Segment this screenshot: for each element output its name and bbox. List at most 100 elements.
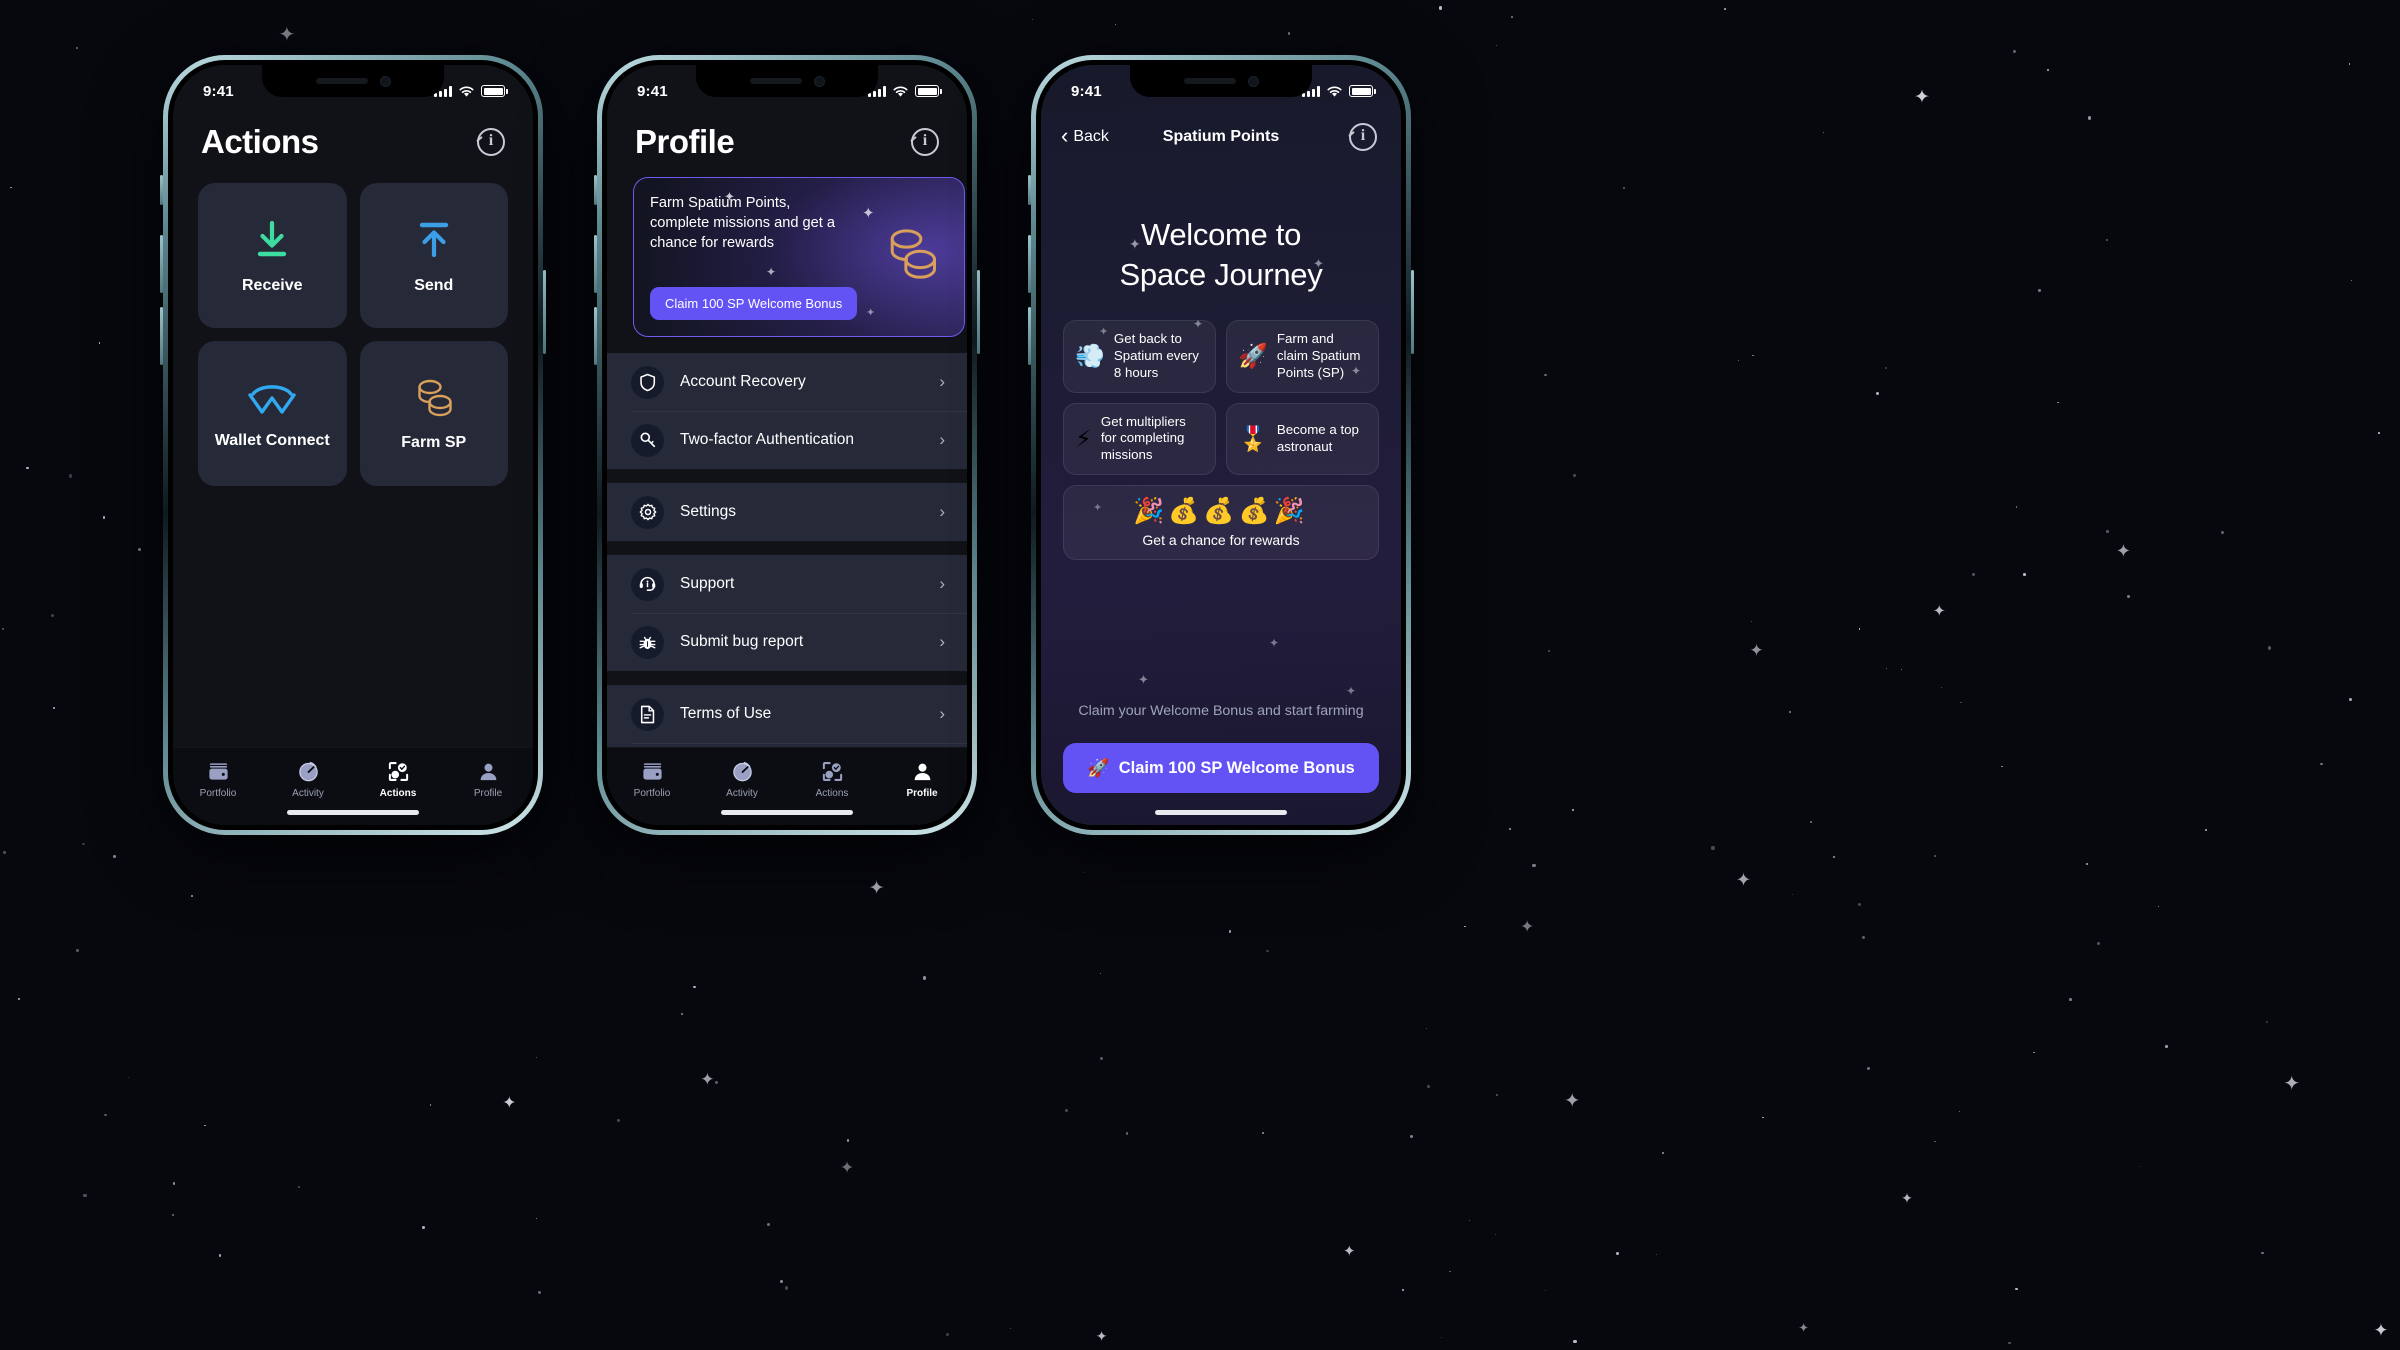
menu-item-label: Two-factor Authentication (680, 431, 855, 448)
star-dot (1495, 45, 1497, 47)
star-dot (1791, 893, 1794, 896)
menu-item-two-factor-auth[interactable]: Two-factor Authentication › (607, 411, 967, 469)
star-dot (1532, 863, 1536, 868)
earpiece-speaker (315, 78, 368, 84)
star-dot (1971, 573, 1975, 576)
star-dot (1724, 8, 1726, 11)
action-card-receive[interactable]: Receive (198, 183, 347, 328)
star-dot (784, 1286, 789, 1290)
star-dot (2127, 594, 2131, 598)
tab-activity[interactable]: Activity (697, 760, 787, 799)
star-dot (2047, 69, 2050, 72)
sparkle-icon: ✦ (700, 1070, 715, 1090)
tab-label: Portfolio (199, 788, 237, 799)
star-dot (2038, 289, 2041, 292)
star-dot (1934, 855, 1937, 857)
medal-icon: 🎖️ (1238, 424, 1268, 453)
tab-label: Actions (379, 788, 417, 799)
actions-icon (822, 762, 842, 781)
promo-banner[interactable]: Farm Spatium Points, complete missions a… (633, 177, 965, 337)
speedometer-icon (732, 761, 752, 782)
power-button (1411, 270, 1414, 354)
star-dot (76, 47, 78, 50)
sparkle-icon: ✦ (278, 24, 296, 47)
star-dot (298, 1186, 300, 1188)
action-card-send[interactable]: Send (359, 183, 508, 328)
sparkle-icon: ✦ (1798, 1320, 1809, 1335)
star-dot (1958, 1110, 1961, 1112)
star-dot (714, 1081, 718, 1085)
phone-actions: 9:41 Actions i Receive Send Wallet Conne… (160, 55, 546, 835)
menu-item-support[interactable]: Support › (607, 555, 967, 613)
star-dot (946, 1333, 949, 1336)
info-circle-icon[interactable]: i (1349, 123, 1377, 151)
list-divider (607, 469, 967, 483)
volume-down-button (160, 307, 163, 365)
action-card-farm-sp[interactable]: Farm SP (359, 341, 508, 486)
gear-icon (631, 495, 664, 529)
person-icon (480, 763, 496, 781)
star-dot (2106, 530, 2109, 533)
wifi-icon (1327, 85, 1342, 97)
star-dot (1861, 935, 1865, 939)
welcome-line-1: Welcome to (1140, 217, 1302, 252)
menu-item-label: Terms of Use (680, 705, 772, 722)
feature-card-grid: 💨 Get back to Spatium every 8 hours 🚀 Fa… (1041, 294, 1401, 475)
menu-item-label: Support (680, 575, 735, 592)
star-dot (112, 854, 116, 858)
menu-item-account-recovery[interactable]: Account Recovery › (607, 353, 967, 411)
star-dot (1833, 856, 1836, 859)
menu-item-label: Submit bug report (680, 633, 804, 650)
star-dot (2220, 531, 2224, 535)
tab-profile[interactable]: Profile (877, 760, 967, 799)
back-button[interactable]: ‹ Back (1061, 125, 1109, 148)
star-dot (2165, 1045, 2168, 1048)
star-dot (1751, 620, 1753, 623)
star-dot (1875, 391, 1879, 395)
tab-profile[interactable]: Profile (443, 760, 533, 799)
star-dot (1661, 1151, 1664, 1154)
star-dot (1464, 925, 1467, 928)
star-dot (2, 850, 6, 854)
star-dot (1468, 1220, 1470, 1222)
star-dot (1032, 19, 1034, 21)
chevron-right-icon: › (939, 632, 945, 651)
chevron-right-icon: › (939, 502, 945, 521)
claim-welcome-bonus-button[interactable]: Claim 100 SP Welcome Bonus (650, 287, 858, 320)
tab-label: Activity (292, 788, 324, 799)
feature-text: Get multipliers for completing missions (1100, 413, 1186, 463)
sparkle-icon: ✦ (766, 265, 777, 279)
info-circle-icon[interactable]: i (911, 128, 939, 156)
sparkle-icon: ✦ (1564, 1090, 1581, 1113)
tab-portfolio[interactable]: Portfolio (607, 760, 697, 799)
notch (262, 65, 444, 97)
notch (1130, 65, 1312, 97)
star-dot (1440, 1336, 1443, 1339)
battery-icon (1349, 85, 1376, 97)
star-dot (1737, 359, 1739, 361)
front-camera (813, 75, 825, 87)
walletconnect-icon (248, 384, 296, 414)
tab-activity[interactable]: Activity (263, 760, 353, 799)
menu-item-submit-bug-report[interactable]: Submit bug report › (607, 613, 967, 671)
star-dot (846, 1139, 850, 1142)
star-dot (2267, 646, 2272, 650)
star-dot (766, 1222, 770, 1226)
sparkle-icon: ✦ (1901, 1191, 1913, 1207)
volume-up-button (1028, 235, 1031, 293)
download-arrow-icon (258, 220, 287, 256)
info-circle-icon[interactable]: i (477, 128, 505, 156)
sparkle-icon: ✦ (1346, 684, 1357, 698)
tab-actions[interactable]: Actions (353, 760, 443, 799)
chevron-right-icon: › (939, 430, 945, 449)
tab-portfolio[interactable]: Portfolio (173, 760, 263, 799)
star-dot (2140, 1166, 2142, 1168)
menu-item-terms-of-use[interactable]: Terms of Use › (607, 685, 967, 743)
star-dot (537, 1290, 541, 1294)
tab-actions[interactable]: Actions (787, 760, 877, 799)
profile-screen: 9:41 Profile i Farm Spatium Points, comp… (607, 65, 967, 825)
person-icon (914, 763, 930, 781)
claim-welcome-bonus-button[interactable]: 🚀 Claim 100 SP Welcome Bonus (1063, 743, 1379, 793)
action-card-wallet-connect[interactable]: Wallet Connect (198, 341, 347, 486)
menu-item-settings[interactable]: Settings › (607, 483, 967, 541)
